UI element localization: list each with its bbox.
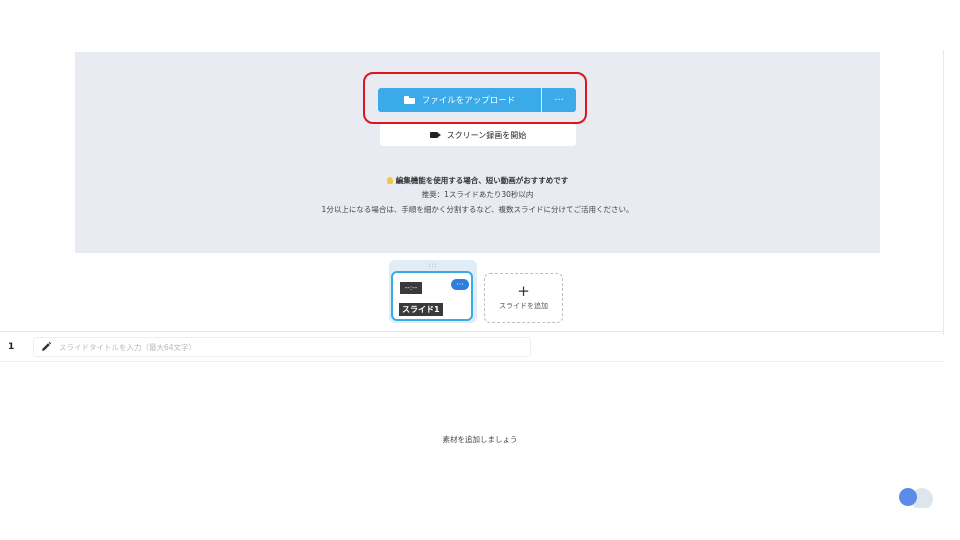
chat-help-icon[interactable] [897,488,937,508]
title-row-divider [0,361,944,362]
strip-divider [0,331,944,332]
upload-file-button[interactable]: ファイルをアップロード [378,88,541,112]
recommendation-headline: 編集機能を使用する場合、短い動画がおすすめです [75,175,880,186]
slide-menu-button[interactable]: ··· [451,279,469,290]
screen-record-button[interactable]: スクリーン録画を開始 [380,124,576,146]
upload-file-label: ファイルをアップロード [421,96,516,106]
folder-icon [403,96,415,104]
add-slide-button[interactable]: + スライドを追加 [484,273,563,323]
empty-state-message: 素材を追加しましょう [442,435,518,444]
slide-title-row: 1 [0,333,944,361]
slide-number: 1 [8,342,15,352]
headline-text: 編集機能を使用する場合、短い動画がおすすめです [395,176,569,185]
lightbulb-icon [386,177,393,184]
right-divider [943,50,944,335]
slide-title-field[interactable] [33,337,531,357]
plus-icon: + [517,282,530,300]
slide-thumbnail[interactable]: --:-- ··· スライド1 [391,271,473,321]
pencil-icon [42,341,52,351]
add-slide-label: スライドを追加 [499,302,548,310]
upload-more-button[interactable]: ··· [542,88,576,112]
slide-title-input[interactable] [59,342,499,352]
slide-duration: --:-- [400,282,422,294]
slide-name: スライド1 [399,303,443,316]
recommendation-text: 推奨：1スライドあたり30秒以内 [421,190,534,199]
advice-text: 1分以上になる場合は、手順を細かく分割するなど、複数スライドに分けてご活用くださ… [321,205,634,214]
drag-handle-icon[interactable]: ::: [389,262,477,269]
slide-card[interactable]: ::: --:-- ··· スライド1 [389,260,477,323]
screen-record-label: スクリーン録画を開始 [446,130,527,140]
video-camera-icon [429,132,441,138]
